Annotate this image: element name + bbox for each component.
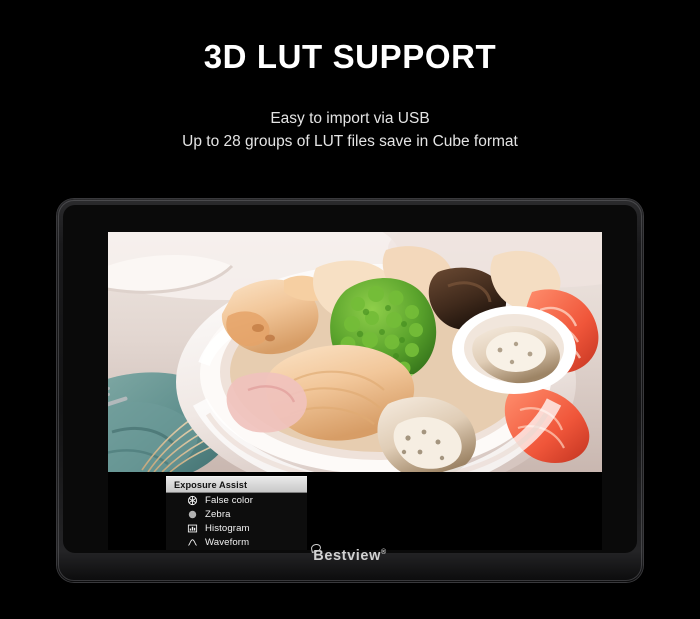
zebra-icon [187, 509, 198, 520]
brand-logo: Bestview® [57, 543, 643, 565]
osd-item-waveform[interactable]: Waveform [166, 535, 307, 549]
histogram-icon [187, 523, 198, 534]
osd-item-histogram[interactable]: Histogram [166, 521, 307, 535]
osd-item-label: Histogram [205, 522, 250, 534]
camera-monitor-device: Exposure Assist False color Zebra Histogram… [57, 199, 643, 582]
photo-artwork [108, 232, 602, 472]
osd-item-label: False color [205, 494, 254, 506]
page-title: 3D LUT SUPPORT [203, 38, 497, 75]
osd-item-label: Waveform [205, 536, 250, 548]
registered-mark: ® [380, 549, 387, 557]
subtitle-line-1: Easy to import via USB [270, 110, 430, 127]
osd-sections: Exposure Assist False color Zebra Histogram… [166, 476, 307, 550]
osd-section-header[interactable]: Exposure Assist [166, 476, 307, 493]
brand-text: Bestview [313, 548, 381, 564]
false-color-icon [187, 495, 198, 506]
brand-name: Bestview® [310, 543, 387, 564]
preview-photo [108, 232, 602, 472]
osd-item-zebra[interactable]: Zebra [166, 507, 307, 521]
subtitle-line-2: Up to 28 groups of LUT files save in Cub… [182, 133, 518, 150]
monitor-front-panel: Exposure Assist False color Zebra Histogram… [63, 205, 637, 553]
waveform-icon [187, 537, 198, 548]
osd-item-label: Zebra [205, 508, 231, 520]
osd-menu: Exposure Assist False color Zebra Histogram… [166, 476, 307, 550]
monitor-screen: Exposure Assist False color Zebra Histogram… [108, 232, 602, 550]
osd-item-vectorscope[interactable]: Vectorscope [166, 549, 307, 550]
osd-item-false-color[interactable]: False color [166, 493, 307, 507]
page-root: 3D LUT SUPPORT Easy to import via USB Up… [0, 0, 700, 619]
